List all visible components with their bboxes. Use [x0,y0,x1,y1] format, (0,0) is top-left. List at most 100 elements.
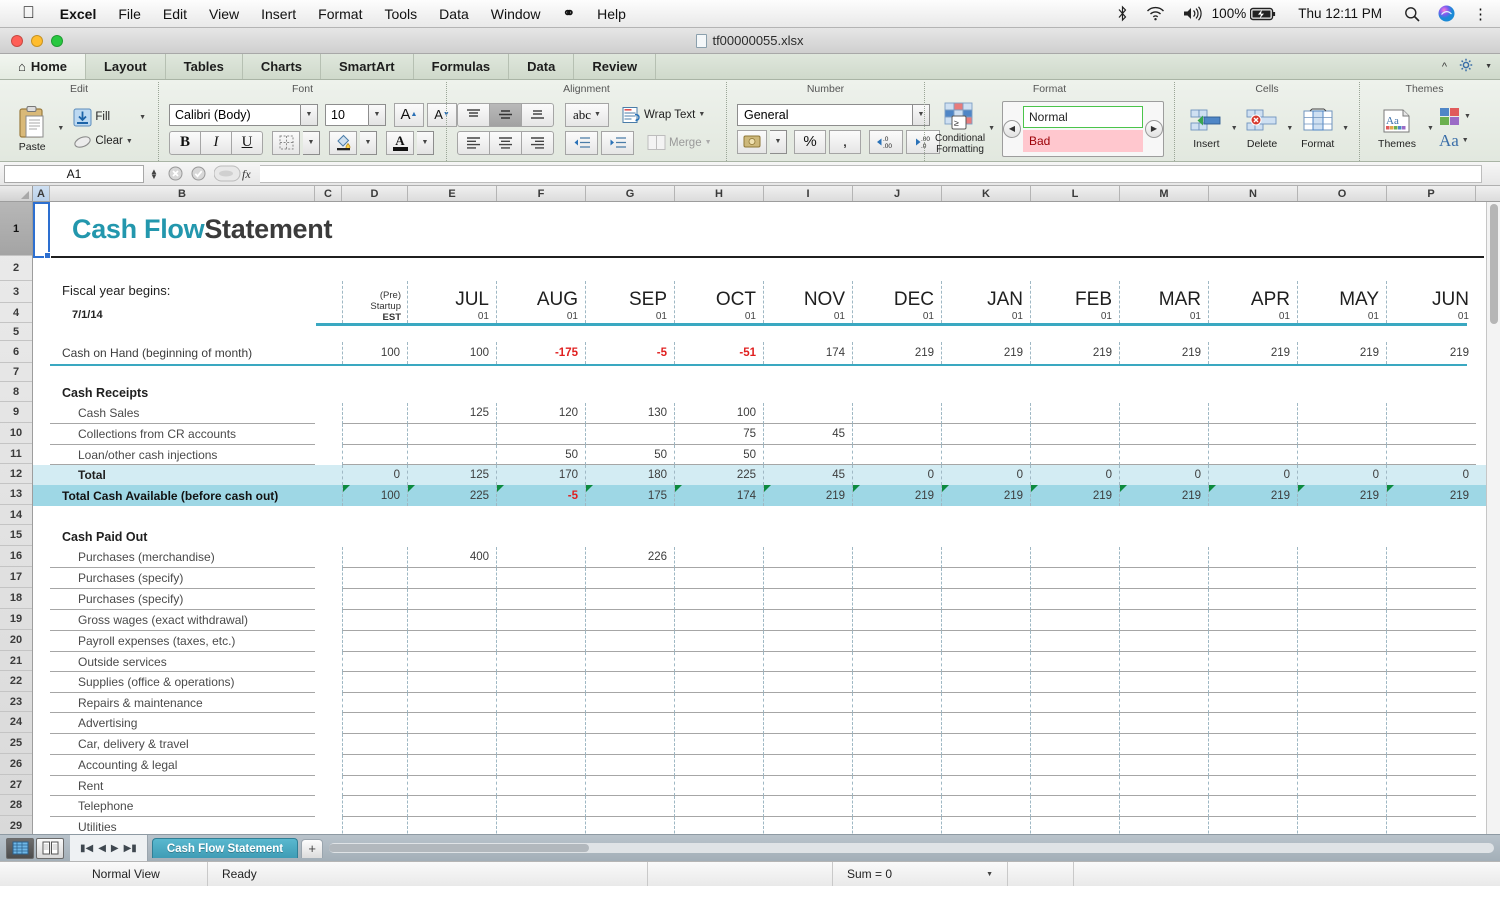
cell-p22[interactable] [1387,672,1476,693]
cell-n6[interactable]: 219 [1209,342,1298,364]
next-sheet-icon[interactable]: ▶ [111,843,119,854]
align-bottom-icon[interactable] [521,103,554,127]
cell-e6[interactable]: 100 [408,342,497,364]
cell-n24[interactable] [1209,713,1298,734]
cell-d28[interactable] [342,796,408,817]
column-header-e[interactable]: E [408,186,497,201]
cell-i27[interactable] [764,776,853,796]
sheet-row-16[interactable]: Purchases (merchandise) 400 226 [33,547,1500,568]
row-header-12[interactable]: 12 [0,464,32,484]
siri-icon[interactable] [1429,5,1464,22]
currency-icon[interactable] [737,130,767,154]
cell-f16[interactable] [497,547,586,568]
fill-dropdown-icon[interactable]: ▼ [139,114,146,121]
comment-indicator-icon[interactable] [1209,485,1216,492]
cell-d26[interactable] [342,755,408,776]
cell-e17[interactable] [408,568,497,589]
merge-button[interactable]: Merge ▼ [645,133,714,152]
sheet-row-1[interactable]: Cash Flow Statement [33,202,1500,256]
row-header-3[interactable]: 3 [0,281,32,303]
cell-o18[interactable] [1298,589,1387,610]
cell-m18[interactable] [1120,589,1209,610]
cell-f13[interactable]: -5 [497,485,586,506]
cell-e26[interactable] [408,755,497,776]
column-header-n[interactable]: N [1209,186,1298,201]
row-header-7[interactable]: 7 [0,363,32,382]
row-header-27[interactable]: 27 [0,775,32,795]
sheet-row-29[interactable]: Utilities [33,817,1500,834]
apple-menu-icon[interactable]:  [8,3,49,25]
cell-n9[interactable] [1209,403,1298,424]
sheet-row-10[interactable]: Collections from CR accounts 75 45 [33,424,1500,445]
cell-i23[interactable] [764,693,853,713]
cell-c21[interactable] [315,652,342,672]
cell-a28[interactable] [33,796,50,817]
row-header-20[interactable]: 20 [0,630,32,651]
row-label-receipts-total[interactable]: Total [50,465,315,485]
menu-item-insert[interactable]: Insert [250,0,307,28]
sheet-row-19[interactable]: Gross wages (exact withdrawal) [33,610,1500,631]
cell-c29[interactable] [315,817,342,834]
cell-g27[interactable] [586,776,675,796]
row-header-9[interactable]: 9 [0,402,32,423]
vertical-scrollbar[interactable] [1486,202,1500,834]
cell-o24[interactable] [1298,713,1387,734]
cell-m9[interactable] [1120,403,1209,424]
paste-button[interactable]: Paste [10,105,54,153]
cell-i16[interactable] [764,547,853,568]
cell-a23[interactable] [33,693,50,713]
cell-k23[interactable] [942,693,1031,713]
cell-h10[interactable]: 75 [675,424,764,445]
cell-d17[interactable] [342,568,408,589]
sheet-row-12[interactable]: Total 0 125 170 180 225 45 0 0 0 0 0 0 0 [33,465,1500,485]
battery-charging-icon[interactable] [1250,7,1285,21]
cell-c27[interactable] [315,776,342,796]
cell-e24[interactable] [408,713,497,734]
cell-k11[interactable] [942,445,1031,465]
cell-g19[interactable] [586,610,675,631]
cell-o12[interactable]: 0 [1298,465,1387,485]
cell-a22[interactable] [33,672,50,693]
comment-indicator-icon[interactable] [1031,485,1038,492]
column-header-g[interactable]: G [586,186,675,201]
confirm-icon[interactable] [190,165,207,182]
merge-dropdown-icon[interactable]: ▼ [705,139,712,146]
menu-item-help[interactable]: Help [586,0,637,28]
cell-n10[interactable] [1209,424,1298,445]
paste-dropdown-icon[interactable]: ▼ [57,125,64,132]
cell-i21[interactable] [764,652,853,672]
sheet-row-9[interactable]: Cash Sales 125 120 130 100 [33,403,1500,424]
cell-e18[interactable] [408,589,497,610]
cell-e27[interactable] [408,776,497,796]
cell-i20[interactable] [764,631,853,652]
menu-item-edit[interactable]: Edit [152,0,198,28]
row-label-car-delivery-travel[interactable]: Car, delivery & travel [50,734,315,755]
cell-m19[interactable] [1120,610,1209,631]
fill-color-icon[interactable] [329,131,357,155]
sum-display[interactable]: Sum = 0 ▼ [833,862,1008,886]
cell-o21[interactable] [1298,652,1387,672]
cell-d29[interactable] [342,817,408,834]
cell-k6[interactable]: 219 [942,342,1031,364]
cell-c19[interactable] [315,610,342,631]
cell-l9[interactable] [1031,403,1120,424]
prev-sheet-icon[interactable]: ◀ [98,843,106,854]
cell-a26[interactable] [33,755,50,776]
cell-g11[interactable]: 50 [586,445,675,465]
cell-g23[interactable] [586,693,675,713]
cell-m26[interactable] [1120,755,1209,776]
cell-e10[interactable] [408,424,497,445]
cell-p6[interactable]: 219 [1387,342,1476,364]
cell-m25[interactable] [1120,734,1209,755]
cell-e29[interactable] [408,817,497,834]
cell-k29[interactable] [942,817,1031,834]
delete-cells-button[interactable]: Delete [1241,108,1284,150]
cell-d12[interactable]: 0 [342,465,408,485]
cell-p24[interactable] [1387,713,1476,734]
cell-f21[interactable] [497,652,586,672]
cell-d25[interactable] [342,734,408,755]
month-header-aug[interactable]: AUG01 [497,281,586,323]
cell-f27[interactable] [497,776,586,796]
cell-n12[interactable]: 0 [1209,465,1298,485]
section-header-cash-receipts[interactable]: Cash Receipts [50,383,315,403]
